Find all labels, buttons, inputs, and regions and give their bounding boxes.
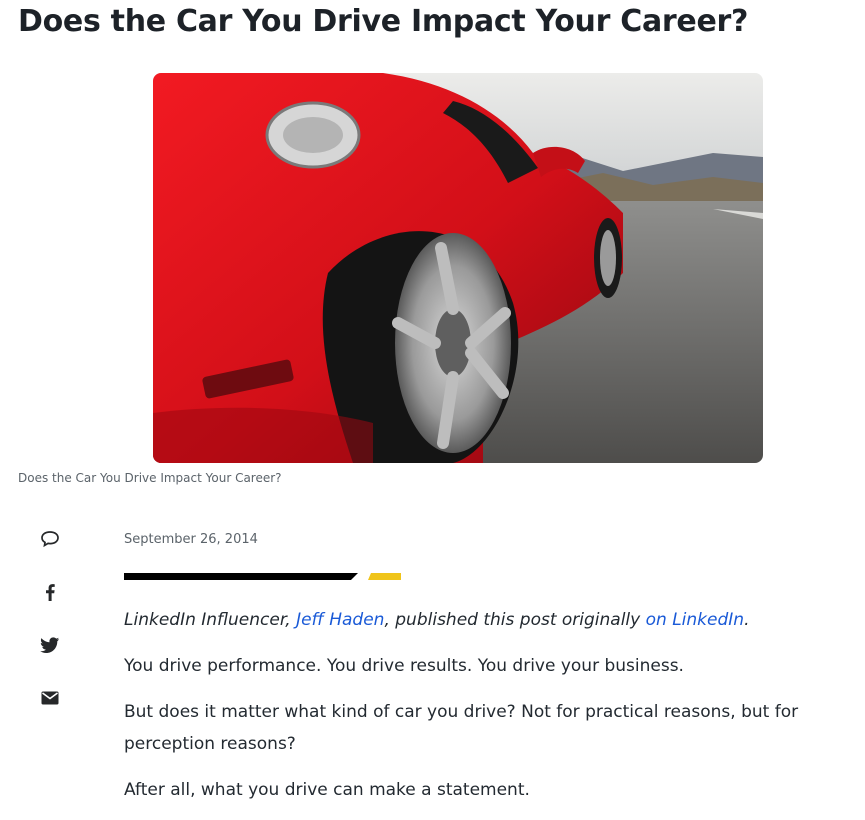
hero-image[interactable]: [153, 73, 763, 463]
comment-icon: [41, 531, 59, 548]
twitter-share-button[interactable]: [36, 631, 64, 659]
facebook-share-button[interactable]: [36, 578, 64, 606]
facebook-icon: [46, 584, 55, 601]
intro-paragraph: LinkedIn Influencer, Jeff Haden, publish…: [124, 604, 824, 636]
byline-divider-black: [124, 573, 358, 580]
email-icon: [41, 691, 59, 705]
body-paragraph: You drive performance. You drive results…: [124, 656, 684, 676]
body-paragraph: But does it matter what kind of car you …: [124, 702, 799, 754]
article-headline: Does the Car You Drive Impact Your Caree…: [18, 4, 749, 39]
email-share-button[interactable]: [36, 684, 64, 712]
intro-suffix: .: [744, 610, 750, 630]
byline-divider-accent: [368, 573, 401, 580]
comment-button[interactable]: [36, 525, 64, 553]
linkedin-source-link[interactable]: on LinkedIn: [646, 610, 744, 630]
publish-date: September 26, 2014: [124, 532, 258, 547]
article-body: LinkedIn Influencer, Jeff Haden, publish…: [124, 604, 824, 820]
twitter-icon: [40, 636, 60, 653]
image-caption: Does the Car You Drive Impact Your Caree…: [18, 471, 282, 485]
red-sports-car-illustration: [153, 73, 763, 463]
intro-prefix: LinkedIn Influencer,: [124, 610, 297, 630]
intro-middle: , published this post originally: [384, 610, 646, 630]
author-link[interactable]: Jeff Haden: [296, 610, 384, 630]
body-paragraph: After all, what you drive can make a sta…: [124, 780, 530, 800]
